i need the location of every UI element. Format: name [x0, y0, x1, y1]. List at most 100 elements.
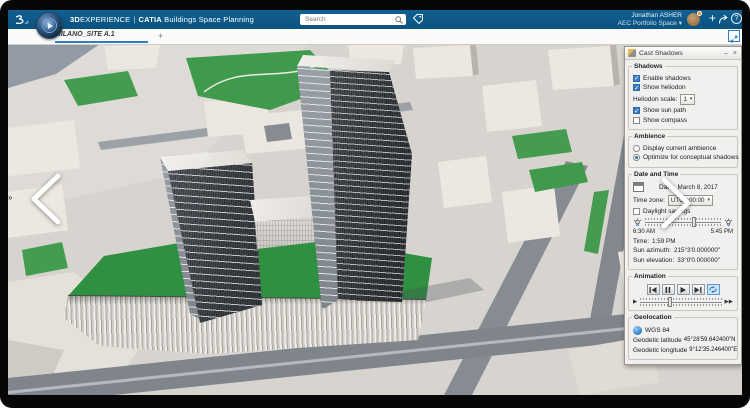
top-bar: 3DEXPERIENCE|CATIA Buildings Space Plann… [8, 10, 742, 29]
3ds-logo-icon [14, 14, 30, 26]
row-show-compass[interactable]: Show compass [633, 117, 733, 124]
tab-milano-site[interactable]: MILANO_SITE A.1 [55, 31, 115, 38]
app-window: 3DEXPERIENCE|CATIA Buildings Space Plann… [8, 10, 742, 395]
enable-shadows-checkbox[interactable] [633, 75, 640, 82]
user-name: Jonathan ASHER [618, 12, 682, 20]
search-input[interactable] [303, 15, 395, 24]
sunrise-icon [633, 218, 642, 227]
optimize-shadows-label: Optimize for conceptual shadows [643, 154, 739, 161]
show-compass-label: Show compass [643, 117, 687, 124]
group-animation: Animation [628, 276, 738, 311]
daylight-savings-checkbox[interactable] [633, 208, 640, 215]
animation-speed-row: ▶ ▶▶ [633, 298, 733, 306]
latitude-value: 45°28'59.642400"N [684, 337, 736, 344]
sun-azimuth-label: Sun azimuth: [633, 247, 671, 254]
datum-value: WGS 84 [645, 327, 670, 334]
minimize-button[interactable]: – [723, 50, 729, 57]
compass-play-icon [48, 23, 53, 29]
heliodon-scale-dropdown[interactable]: 1 [680, 94, 695, 105]
group-animation-title: Animation [632, 273, 668, 280]
share-icon[interactable] [718, 14, 729, 25]
user-space-selector[interactable]: AEC Portfolio Space ▾ [618, 20, 682, 28]
row-current-time: Time:1:59 PM [633, 238, 733, 245]
3dexperience-compass-icon[interactable] [36, 12, 63, 39]
group-shadows-title: Shadows [632, 63, 665, 70]
show-heliodon-label: Show heliodon [643, 84, 686, 91]
skip-to-start-button[interactable] [647, 284, 660, 295]
skip-to-end-button[interactable] [692, 284, 705, 295]
row-heliodon-scale: Heliodon scale: 1 [633, 94, 733, 105]
tag-icon[interactable] [412, 13, 424, 25]
longitude-value: 9°12'35.246400"E [689, 347, 737, 354]
sunrise-time: 6:30 AM [633, 229, 655, 235]
latitude-label: Geodetic latitude [633, 337, 682, 344]
group-ambience-title: Ambience [632, 133, 667, 140]
row-optimize-shadows[interactable]: Optimize for conceptual shadows [633, 154, 733, 161]
group-shadows: Shadows Enable shadows Show heliodon Hel… [628, 66, 738, 130]
display-current-ambience-radio[interactable] [633, 145, 640, 152]
show-heliodon-checkbox[interactable] [633, 84, 640, 91]
brand-separator: | [133, 15, 135, 24]
brand-experience: EXPERIENCE [80, 15, 130, 24]
help-button[interactable]: ? [731, 13, 742, 24]
panel-title: Cast Shadows [639, 50, 720, 57]
show-sun-path-label: Show sun path [643, 107, 686, 114]
search-icon[interactable] [395, 16, 403, 24]
speed-slower-icon[interactable]: ▶ [633, 299, 637, 305]
animation-controls [633, 284, 733, 295]
group-geolocation: Geolocation WGS 84 Geodetic latitude 45°… [628, 317, 738, 360]
brand-title: 3DEXPERIENCE|CATIA Buildings Space Plann… [70, 15, 254, 24]
panel-header[interactable]: Cast Shadows – × [625, 47, 741, 60]
speed-faster-icon[interactable]: ▶▶ [725, 299, 733, 305]
row-show-heliodon[interactable]: Show heliodon [633, 84, 733, 91]
sun-elevation-label: Sun elevation: [633, 257, 674, 264]
row-enable-shadows[interactable]: Enable shadows [633, 75, 733, 82]
animation-speed-slider[interactable] [640, 298, 721, 306]
loop-animation-toggle[interactable] [707, 284, 720, 295]
heliodon-scale-label: Heliodon scale: [633, 96, 677, 103]
chevron-down-icon: ▾ [679, 20, 682, 27]
calendar-icon[interactable] [633, 182, 644, 192]
sunset-icon [724, 218, 733, 227]
active-tab-underline [55, 41, 148, 43]
row-display-current-ambience[interactable]: Display current ambience [633, 145, 733, 152]
time-value: 1:59 PM [652, 238, 675, 245]
device-frame: 3DEXPERIENCE|CATIA Buildings Space Plann… [0, 0, 750, 408]
row-latitude: Geodetic latitude 45°28'59.642400"N [633, 337, 733, 344]
next-view-arrow[interactable] [656, 176, 696, 230]
add-tab-button[interactable]: + [158, 31, 163, 41]
row-sun-elevation: Sun elevation:33°0'0.000000" [633, 257, 733, 264]
row-show-sun-path[interactable]: Show sun path [633, 107, 733, 114]
row-datum: WGS 84 [633, 326, 733, 335]
play-button[interactable] [677, 284, 690, 295]
add-content-button[interactable]: + [709, 11, 716, 25]
enable-shadows-label: Enable shadows [643, 75, 691, 82]
show-sun-path-checkbox[interactable] [633, 107, 640, 114]
tab-bar: MILANO_SITE A.1 + [8, 29, 742, 45]
left-edge-expander-icon[interactable]: » [8, 194, 12, 202]
sun-elevation-value: 33°0'0.000000" [677, 257, 720, 264]
expand-view-button[interactable] [728, 30, 740, 42]
globe-icon [633, 326, 642, 335]
row-sun-azimuth: Sun azimuth:215°3'0.000000" [633, 247, 733, 254]
time-label: Time: [633, 238, 649, 245]
brand-module: Buildings Space Planning [164, 15, 254, 24]
notification-dot [697, 11, 702, 16]
cast-shadows-icon [628, 49, 636, 57]
pause-button[interactable] [662, 284, 675, 295]
speed-slider-thumb[interactable] [668, 297, 672, 307]
row-longitude: Geodetic longitude 9°12'35.246400"E [633, 347, 733, 354]
user-info[interactable]: Jonathan ASHER AEC Portfolio Space ▾ [618, 12, 682, 28]
viewport-3d[interactable]: » Cast Shadows – × Shadows Enable shadow… [8, 44, 742, 395]
close-icon[interactable]: × [732, 50, 738, 57]
previous-view-arrow[interactable] [26, 172, 66, 226]
sun-azimuth-value: 215°3'0.000000" [674, 247, 720, 254]
compass-inner [42, 18, 57, 33]
show-compass-checkbox[interactable] [633, 117, 640, 124]
optimize-shadows-radio[interactable] [633, 154, 640, 161]
avatar[interactable] [687, 13, 700, 26]
display-current-ambience-label: Display current ambience [643, 145, 716, 152]
search-box[interactable] [300, 14, 406, 25]
group-ambience: Ambience Display current ambience Optimi… [628, 136, 738, 168]
sunset-time: 5:45 PM [711, 229, 733, 235]
